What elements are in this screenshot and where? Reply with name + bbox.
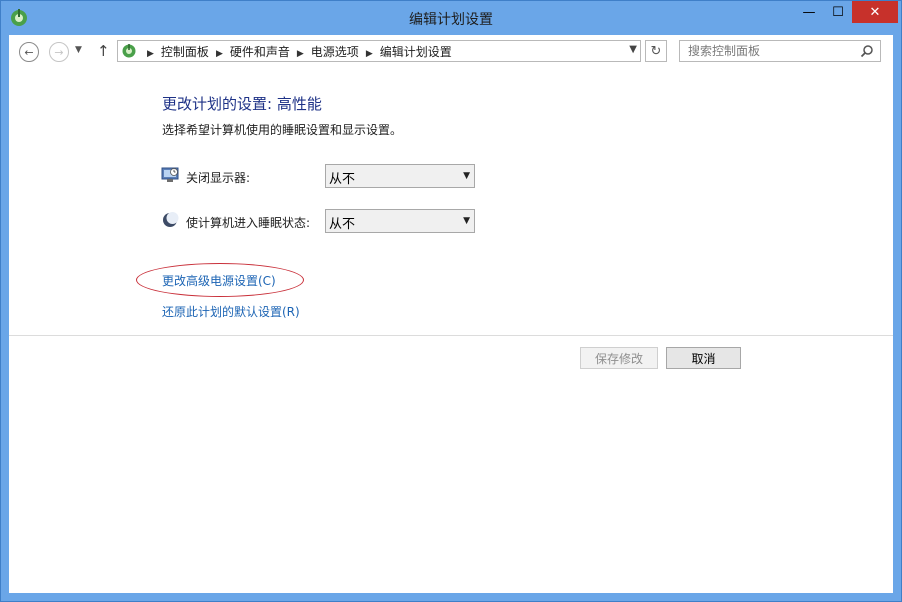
title-bar[interactable]: 编辑计划设置 — ☐ ✕ bbox=[1, 1, 901, 35]
window-client-area: ← → ▼ ↑ ▶ 控制面板 ▶ 硬件和声音 ▶ 电源选项 ▶ 编辑计划设置 ▼ ↻ bbox=[9, 35, 893, 593]
chevron-down-icon: ▼ bbox=[463, 216, 470, 226]
turn-off-display-select[interactable]: 从不 ▼ bbox=[325, 164, 475, 188]
page-heading: 更改计划的设置: 高性能 bbox=[162, 95, 322, 113]
restore-defaults-link[interactable]: 还原此计划的默认设置(R) bbox=[162, 303, 300, 320]
breadcrumb-power-options[interactable]: 电源选项 bbox=[311, 45, 359, 59]
breadcrumb-hardware-sound[interactable]: 硬件和声音 bbox=[230, 45, 290, 59]
divider bbox=[9, 335, 893, 336]
address-dropdown-icon[interactable]: ▼ bbox=[629, 44, 637, 55]
chevron-down-icon: ▼ bbox=[463, 171, 470, 181]
breadcrumb-separator-icon[interactable]: ▶ bbox=[297, 49, 304, 59]
turn-off-display-value: 从不 bbox=[329, 172, 356, 187]
turn-off-display-label: 关闭显示器: bbox=[186, 171, 251, 185]
search-icon[interactable] bbox=[860, 44, 874, 58]
sleep-value: 从不 bbox=[329, 217, 356, 232]
back-button[interactable]: ← bbox=[19, 42, 39, 62]
window-frame: 编辑计划设置 — ☐ ✕ ← → ▼ ↑ ▶ 控制面板 ▶ 硬件和声音 ▶ 电源选项 ▶ 编辑… bbox=[0, 0, 902, 602]
navigation-bar: ← → ▼ ↑ ▶ 控制面板 ▶ 硬件和声音 ▶ 电源选项 ▶ 编辑计划设置 ▼ ↻ bbox=[9, 35, 893, 69]
minimize-button[interactable]: — bbox=[795, 1, 823, 23]
moon-icon bbox=[163, 212, 179, 227]
search-box[interactable] bbox=[679, 40, 881, 62]
breadcrumb-separator-icon[interactable]: ▶ bbox=[147, 49, 154, 59]
close-button[interactable]: ✕ bbox=[852, 1, 898, 23]
control-panel-icon bbox=[122, 44, 136, 58]
recent-locations-dropdown[interactable]: ▼ bbox=[75, 45, 82, 55]
page-subtitle: 选择希望计算机使用的睡眠设置和显示设置。 bbox=[162, 123, 403, 137]
advanced-power-settings-link[interactable]: 更改高级电源设置(C) bbox=[162, 272, 276, 289]
refresh-button[interactable]: ↻ bbox=[645, 40, 667, 62]
address-bar[interactable]: ▶ 控制面板 ▶ 硬件和声音 ▶ 电源选项 ▶ 编辑计划设置 ▼ bbox=[117, 40, 641, 62]
breadcrumb-separator-icon[interactable]: ▶ bbox=[366, 49, 373, 59]
sleep-label: 使计算机进入睡眠状态: bbox=[186, 216, 311, 230]
window-title: 编辑计划设置 bbox=[409, 12, 493, 28]
cancel-button[interactable]: 取消 bbox=[666, 347, 741, 369]
up-button[interactable]: ↑ bbox=[97, 42, 110, 60]
sleep-select[interactable]: 从不 ▼ bbox=[325, 209, 475, 233]
breadcrumb-control-panel[interactable]: 控制面板 bbox=[161, 45, 209, 59]
breadcrumb-separator-icon[interactable]: ▶ bbox=[216, 49, 223, 59]
search-input[interactable] bbox=[680, 41, 858, 61]
save-changes-button[interactable]: 保存修改 bbox=[580, 347, 658, 369]
forward-button[interactable]: → bbox=[49, 42, 69, 62]
breadcrumb: ▶ 控制面板 ▶ 硬件和声音 ▶ 电源选项 ▶ 编辑计划设置 bbox=[140, 43, 452, 60]
breadcrumb-edit-plan-settings[interactable]: 编辑计划设置 bbox=[380, 45, 452, 59]
monitor-icon bbox=[161, 167, 179, 182]
maximize-button[interactable]: ☐ bbox=[824, 1, 852, 23]
